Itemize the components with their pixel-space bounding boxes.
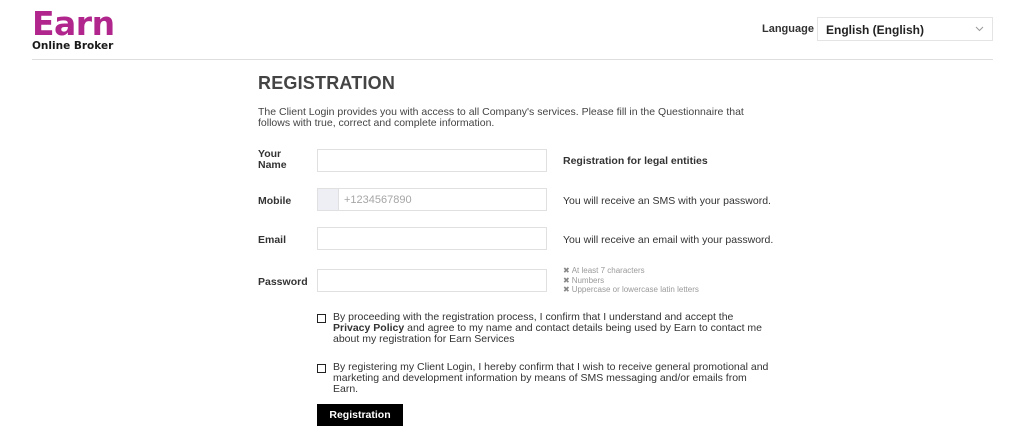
chevron-down-icon [975, 26, 984, 32]
header-divider [32, 59, 993, 60]
mobile-input[interactable]: +1234567890 [317, 188, 547, 211]
cross-icon: ✖ [563, 275, 570, 285]
password-rule: ✖ Numbers [563, 275, 605, 285]
mobile-label: Mobile [258, 195, 292, 207]
password-rule: ✖ Uppercase or lowercase latin letters [563, 285, 699, 294]
email-hint: You will receive an email with your pass… [563, 234, 774, 246]
marketing-consent-text: By registering my Client Login, I hereby… [333, 361, 769, 395]
logo-tagline: Online Broker [32, 40, 114, 52]
mobile-hint: You will receive an SMS with your passwo… [563, 195, 771, 207]
language-selected-value: English (English) [826, 23, 924, 37]
password-input[interactable] [317, 269, 547, 292]
privacy-consent-text: By proceeding with the registration proc… [333, 311, 763, 345]
name-label: Your Name [258, 148, 287, 171]
marketing-consent-checkbox[interactable] [317, 364, 326, 373]
intro-text: The Client Login provides you with acces… [258, 106, 744, 129]
email-label: Email [258, 234, 287, 246]
password-label: Password [258, 276, 308, 288]
page-title: REGISTRATION [258, 73, 396, 93]
earn-logo[interactable]: Earn Online Broker [32, 4, 115, 52]
country-code-selector[interactable] [318, 189, 339, 210]
name-input[interactable] [317, 149, 547, 172]
logo-wordmark: Earn [32, 4, 115, 43]
privacy-consent-checkbox[interactable] [317, 314, 326, 323]
email-input[interactable] [317, 227, 547, 250]
password-rule: ✖ At least 7 characters [563, 266, 645, 275]
registration-button[interactable]: Registration [317, 404, 403, 426]
language-label: Language [762, 23, 814, 35]
legal-entities-link[interactable]: Registration for legal entities [563, 155, 708, 167]
mobile-placeholder: +1234567890 [344, 194, 412, 206]
password-rules: ✖ At least 7 characters ✖ Numbers ✖ Upperca… [563, 266, 699, 295]
cross-icon: ✖ [563, 285, 570, 294]
cross-icon: ✖ [563, 266, 570, 275]
language-select[interactable]: English (English) [817, 17, 993, 41]
